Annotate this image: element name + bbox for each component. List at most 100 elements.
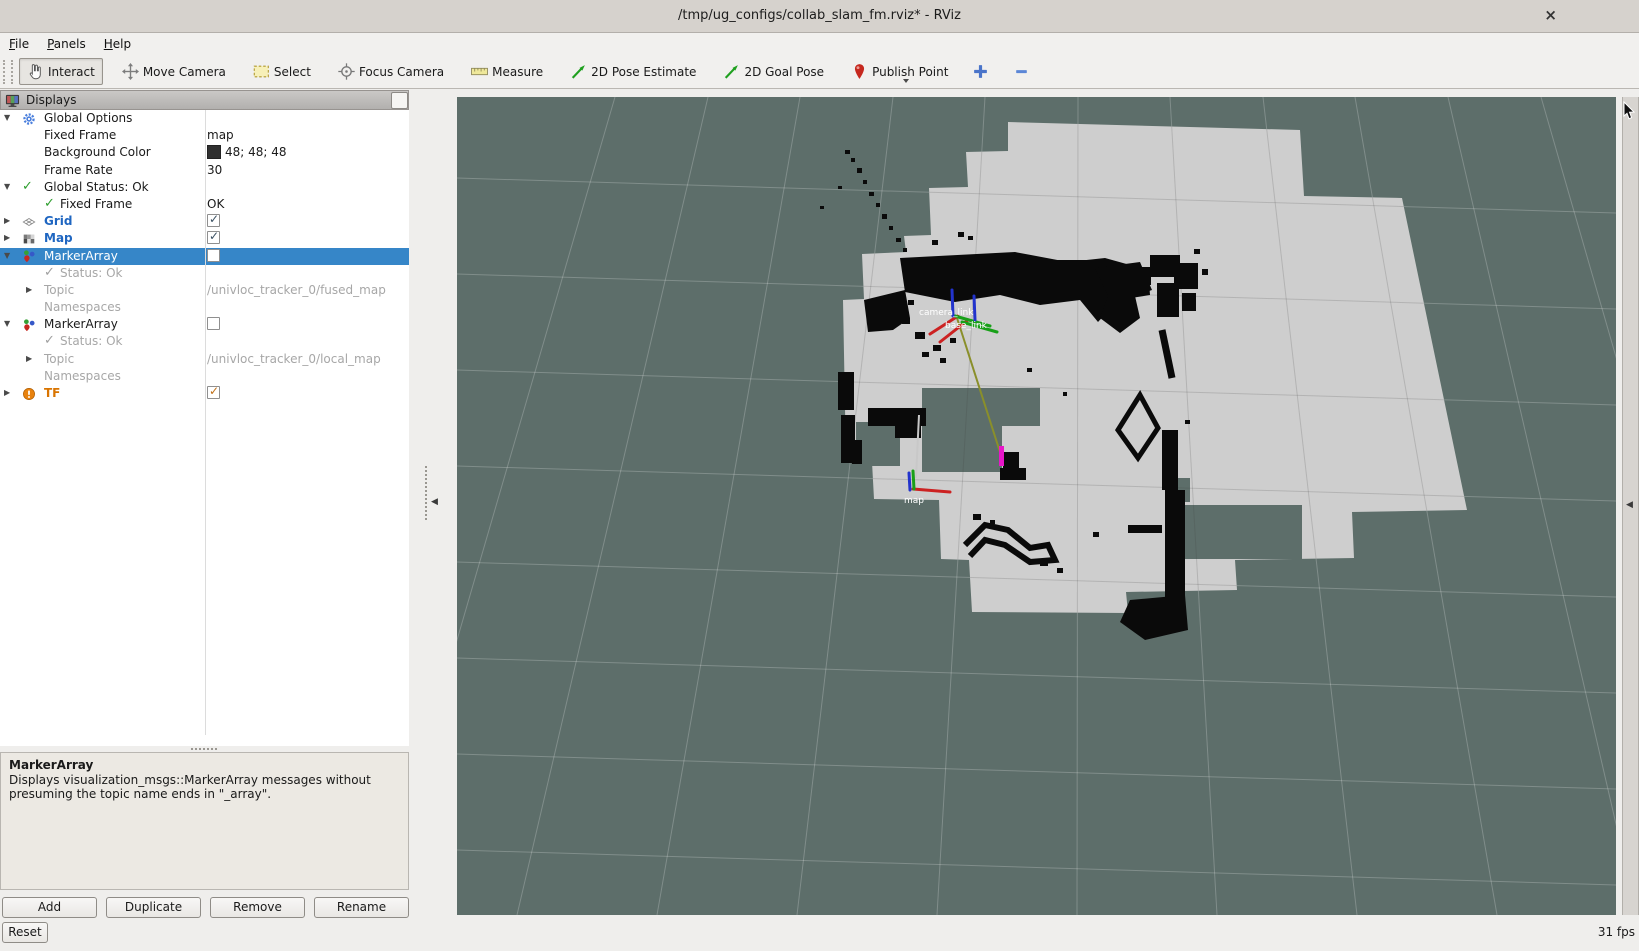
remove-tool-button[interactable] [1008, 58, 1035, 85]
tree-row-value[interactable]: ✓ [207, 231, 220, 244]
check-green-icon: ✓ [22, 179, 33, 194]
tree-row-label: Namespaces [44, 369, 121, 383]
tf-label-camera-link: camera_link [919, 308, 974, 318]
hand-icon [27, 63, 44, 80]
description-title: MarkerArray [9, 758, 400, 772]
tree-row-value: 48; 48; 48 [207, 145, 287, 159]
enabled-checkbox-unchecked[interactable] [207, 249, 220, 262]
tool-label: 2D Goal Pose [744, 65, 824, 79]
description-text: Displays visualization_msgs::MarkerArray… [9, 773, 400, 801]
tool-label: Focus Camera [359, 65, 444, 79]
displays-panel-header[interactable]: Displays [0, 90, 409, 110]
tool-label: Publish Point [872, 65, 948, 79]
rviz-window: /tmp/ug_configs/collab_slam_fm.rviz* - R… [0, 0, 1639, 951]
tool-label: Interact [48, 65, 95, 79]
tree-row-value: OK [207, 197, 224, 211]
duplicate-button[interactable]: Duplicate [106, 897, 201, 918]
add-button[interactable]: Add [2, 897, 97, 918]
menubar: FilePanelsHelp [0, 33, 1639, 55]
menu-item-help[interactable]: Help [95, 35, 140, 53]
color-swatch [207, 145, 221, 159]
tree-row-label: TF [44, 386, 60, 400]
pose-estimate-icon [570, 63, 587, 80]
expander-open-icon[interactable]: ▼ [4, 182, 10, 191]
remove-button[interactable]: Remove [210, 897, 305, 918]
tool-2d-goal-pose[interactable]: 2D Goal Pose [715, 58, 832, 85]
tree-row-value: 30 [207, 163, 222, 177]
tool-label: Move Camera [143, 65, 226, 79]
panel-float-button[interactable] [391, 92, 408, 109]
tool-select[interactable]: Select [245, 58, 319, 85]
tool-measure[interactable]: Measure [463, 58, 551, 85]
expander-closed-icon[interactable]: ▶ [4, 388, 10, 397]
tree-row-value[interactable]: ✓ [207, 386, 220, 399]
tree-row-value: /univloc_tracker_0/fused_map [207, 283, 386, 297]
grid-icon [22, 215, 36, 229]
mouse-cursor [1623, 101, 1637, 120]
plus-icon [972, 63, 989, 80]
tree-row-value: map [207, 128, 234, 142]
expander-open-icon[interactable]: ▼ [4, 113, 10, 122]
toolbar-drag-handle[interactable] [3, 60, 13, 84]
enabled-checkbox-checked[interactable]: ✓ [207, 231, 220, 244]
tree-row-label: Fixed Frame [44, 128, 116, 142]
render-scene: camera_link base_link map [457, 97, 1616, 915]
minus-icon [1013, 63, 1030, 80]
tree-row-label: Status: Ok [60, 334, 123, 348]
tree-row-value[interactable] [207, 317, 220, 330]
marker-array-icon [22, 318, 36, 332]
tree-row-value: /univloc_tracker_0/local_map [207, 352, 381, 366]
tree-row-label: Topic [44, 352, 74, 366]
collapse-right-arrow-icon[interactable]: ◀ [1626, 500, 1633, 510]
enabled-checkbox-checked[interactable]: ✓ [207, 386, 220, 399]
tool-2d-pose-estimate[interactable]: 2D Pose Estimate [562, 58, 704, 85]
rename-button[interactable]: Rename [314, 897, 409, 918]
titlebar[interactable]: /tmp/ug_configs/collab_slam_fm.rviz* - R… [0, 0, 1639, 33]
move-camera-icon [122, 63, 139, 80]
displays-panel-title: Displays [26, 93, 76, 107]
add-tool-button[interactable] [967, 58, 994, 85]
window-title: /tmp/ug_configs/collab_slam_fm.rviz* - R… [0, 8, 1639, 23]
tf-label-map: map [904, 496, 924, 506]
expander-open-icon[interactable]: ▼ [4, 319, 10, 328]
tool-interact[interactable]: Interact [19, 58, 103, 85]
enabled-checkbox-unchecked[interactable] [207, 317, 220, 330]
tree-row-label: Namespaces [44, 300, 121, 314]
collapse-left-arrow-icon[interactable]: ◀ [431, 497, 438, 507]
tree-column-divider [205, 110, 206, 735]
viewport-3d[interactable]: camera_link base_link map [457, 97, 1616, 915]
tree-row-label: Frame Rate [44, 163, 113, 177]
tree-row-value[interactable] [207, 249, 220, 262]
reset-button[interactable]: Reset [2, 922, 48, 943]
gear-icon [22, 112, 36, 126]
tree-row-label: Grid [44, 214, 72, 228]
check-gray-icon: ✓ [44, 265, 55, 280]
tool-options-caret-icon[interactable] [903, 79, 909, 83]
tool-move-camera[interactable]: Move Camera [114, 58, 234, 85]
tree-row-label: Map [44, 231, 73, 245]
tf-label-base-link: base_link [945, 321, 988, 331]
select-box-icon [253, 63, 270, 80]
expander-closed-icon[interactable]: ▶ [4, 233, 10, 242]
tree-row-label: Background Color [44, 145, 151, 159]
expander-closed-icon[interactable]: ▶ [26, 285, 32, 294]
goal-pose-icon [723, 63, 740, 80]
menu-item-panels[interactable]: Panels [38, 35, 95, 53]
expander-open-icon[interactable]: ▼ [4, 251, 10, 260]
tree-row-value[interactable]: ✓ [207, 214, 220, 227]
tree-row-label: MarkerArray [44, 249, 118, 263]
measure-icon [471, 63, 488, 80]
map-icon [22, 232, 36, 246]
close-icon[interactable]: × [1544, 6, 1557, 24]
expander-closed-icon[interactable]: ▶ [4, 216, 10, 225]
tree-row-label: Global Status: Ok [44, 180, 149, 194]
check-green-icon: ✓ [44, 196, 55, 211]
expander-closed-icon[interactable]: ▶ [26, 354, 32, 363]
occupancy-map [457, 97, 1616, 915]
dock-splitter-handle[interactable] [425, 466, 427, 520]
enabled-checkbox-checked[interactable]: ✓ [207, 214, 220, 227]
tool-publish-point[interactable]: Publish Point [843, 58, 956, 85]
focus-camera-icon [338, 63, 355, 80]
menu-item-file[interactable]: File [0, 35, 38, 53]
tool-focus-camera[interactable]: Focus Camera [330, 58, 452, 85]
